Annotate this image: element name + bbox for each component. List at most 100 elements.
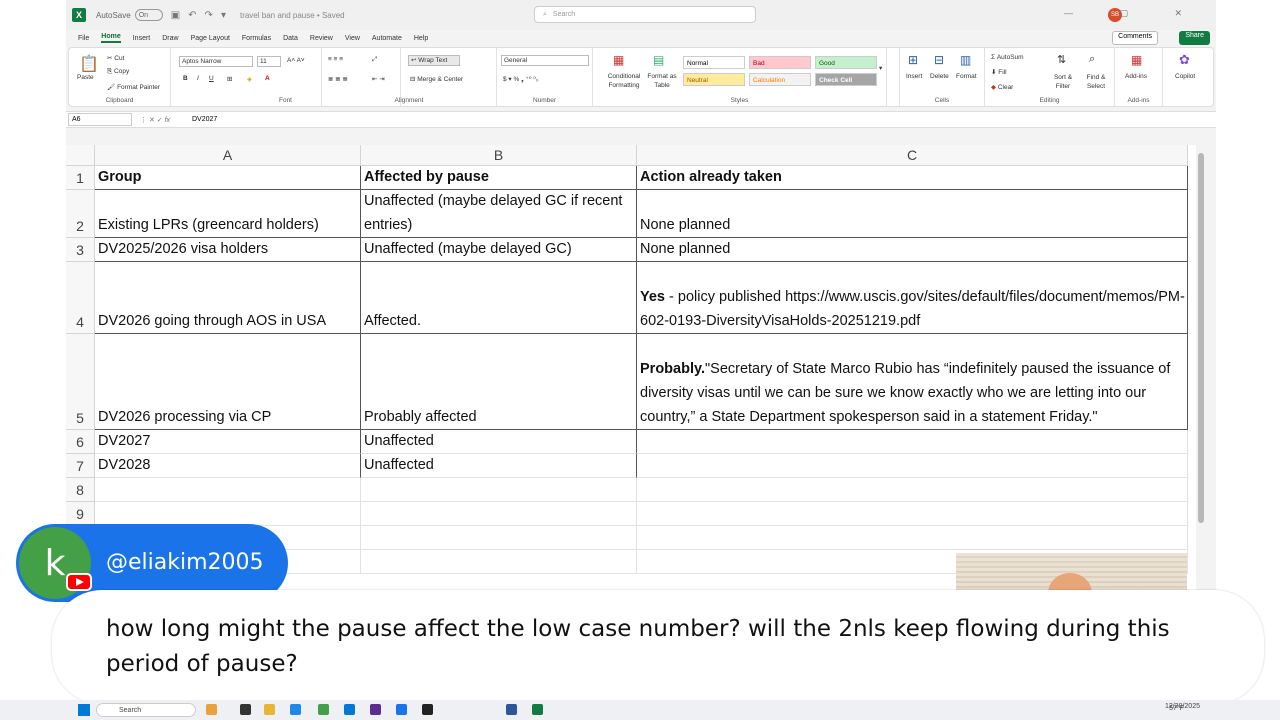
align-left-icon[interactable]: ≣ ≣ ≣	[328, 75, 348, 83]
share-button[interactable]: Share	[1179, 31, 1210, 45]
column-header-b[interactable]: B	[361, 145, 637, 166]
cell-c8[interactable]	[637, 478, 1188, 502]
font-name-select[interactable]: Aptos Narrow	[179, 56, 253, 67]
cell-a7[interactable]: DV2028	[95, 454, 361, 478]
sort-filter-button[interactable]: Sort & Filter	[1049, 73, 1077, 91]
delete-cells-icon[interactable]: ⊟	[934, 53, 944, 67]
row-header-4[interactable]: 4	[66, 262, 95, 334]
cell-c10[interactable]	[637, 526, 1188, 550]
column-header-a[interactable]: A	[95, 145, 361, 166]
row-header-1[interactable]: 1	[66, 166, 95, 190]
outlook-icon[interactable]	[344, 704, 355, 715]
clear-button[interactable]: ◆ Clear	[991, 83, 1013, 91]
style-check-cell[interactable]: Check Cell	[815, 73, 877, 86]
cut-button[interactable]: ✂ Cut	[107, 54, 124, 62]
comments-button[interactable]: Comments	[1112, 31, 1158, 45]
formula-input[interactable]: DV2027	[192, 116, 217, 123]
row-header-5[interactable]: 5	[66, 334, 95, 430]
cell-c9[interactable]	[637, 502, 1188, 526]
italic-icon[interactable]: I	[197, 75, 199, 82]
windows-start-icon[interactable]	[78, 704, 90, 716]
dell-icon[interactable]	[422, 704, 433, 715]
bold-icon[interactable]: B	[183, 75, 188, 82]
row-header-7[interactable]: 7	[66, 454, 95, 478]
customize-toolbar-icon[interactable]: ▾	[221, 10, 226, 21]
file-explorer-icon[interactable]	[264, 704, 275, 715]
format-painter-button[interactable]: 🖌 Format Painter	[107, 83, 160, 91]
search-input[interactable]: ⌕ Search	[534, 6, 756, 23]
copilot-button[interactable]: Copilot	[1175, 73, 1195, 80]
row-header-2[interactable]: 2	[66, 190, 95, 238]
app-icon[interactable]	[396, 704, 407, 715]
fx-icon[interactable]: ⋮ ✕ ✓ fx	[140, 116, 186, 124]
format-as-table-icon[interactable]: ▤	[653, 53, 664, 67]
cell-c4[interactable]: Yes - policy published https://www.uscis…	[637, 262, 1188, 334]
format-cells-icon[interactable]: ▥	[960, 53, 971, 67]
tab-page-layout[interactable]: Page Layout	[191, 35, 230, 42]
insert-cells-button[interactable]: Insert	[906, 73, 922, 80]
style-good[interactable]: Good	[815, 56, 877, 69]
currency-icon[interactable]: $ ▾ % ❟ ⁺⁰ ⁰₀	[503, 75, 539, 84]
tab-review[interactable]: Review	[310, 35, 333, 42]
fill-button[interactable]: ⬇ Fill	[991, 68, 1007, 76]
cell-a2[interactable]: Existing LPRs (greencard holders)	[95, 190, 361, 238]
tab-file[interactable]: File	[78, 35, 89, 42]
align-top-icon[interactable]: ≡ ≡ ≡	[328, 56, 343, 63]
save-icon[interactable]: ▣	[171, 10, 180, 21]
cell-b6[interactable]: Unaffected	[361, 430, 637, 454]
cell-b1[interactable]: Affected by pause	[361, 166, 637, 190]
cell-c6[interactable]	[637, 430, 1188, 454]
cell-c3[interactable]: None planned	[637, 238, 1188, 262]
name-box[interactable]: A6	[68, 113, 132, 126]
grow-font-icon[interactable]: A˄ A˅	[287, 57, 305, 64]
cell-b7[interactable]: Unaffected	[361, 454, 637, 478]
merge-center-button[interactable]: ⊟ Merge & Center	[410, 75, 463, 83]
cell-a3[interactable]: DV2025/2026 visa holders	[95, 238, 361, 262]
teams-icon[interactable]	[370, 704, 381, 715]
tab-view[interactable]: View	[345, 35, 360, 42]
row-header-8[interactable]: 8	[66, 478, 95, 502]
vertical-scrollbar-thumb[interactable]	[1198, 153, 1204, 523]
styles-more-icon[interactable]: ▾	[879, 64, 882, 72]
insert-cells-icon[interactable]: ⊞	[908, 53, 918, 67]
sort-filter-icon[interactable]: ⇅	[1057, 53, 1066, 66]
paste-icon[interactable]: 📋	[79, 54, 99, 74]
format-cells-button[interactable]: Format	[956, 73, 977, 80]
cell-a8[interactable]	[95, 478, 361, 502]
find-select-icon[interactable]: ⌕	[1089, 53, 1095, 66]
borders-icon[interactable]: ⊞	[227, 75, 232, 83]
wrap-text-button[interactable]: ↩ Wrap Text	[408, 55, 460, 66]
cell-a9[interactable]	[95, 502, 361, 526]
copy-button[interactable]: ⎘ Copy	[107, 68, 129, 76]
find-select-button[interactable]: Find & Select	[1081, 73, 1111, 91]
word-icon[interactable]	[506, 704, 517, 715]
edge-icon[interactable]	[290, 704, 301, 715]
cell-c7[interactable]	[637, 454, 1188, 478]
select-all-corner[interactable]	[66, 145, 95, 166]
font-size-select[interactable]: 11	[257, 56, 281, 67]
cell-b10[interactable]	[361, 526, 637, 550]
cell-b2[interactable]: Unaffected (maybe delayed GC if recent e…	[361, 190, 637, 238]
column-header-c[interactable]: C	[637, 145, 1188, 166]
window-controls[interactable]: — ▢ ✕	[1064, 8, 1204, 19]
excel-taskbar-icon[interactable]	[532, 704, 543, 715]
tab-draw[interactable]: Draw	[162, 35, 178, 42]
delete-cells-button[interactable]: Delete	[930, 73, 949, 80]
cell-c5[interactable]: Probably."Secretary of State Marco Rubio…	[637, 334, 1188, 430]
tab-data[interactable]: Data	[283, 35, 298, 42]
undo-icon[interactable]: ↶	[188, 10, 196, 21]
cell-a4[interactable]: DV2026 going through AOS in USA	[95, 262, 361, 334]
cell-b5[interactable]: Probably affected	[361, 334, 637, 430]
row-header-3[interactable]: 3	[66, 238, 95, 262]
cell-a1[interactable]: Group	[95, 166, 361, 190]
taskbar-date[interactable]: 12/20/2025	[1160, 703, 1200, 710]
indent-icon[interactable]: ⇤ ⇥	[372, 75, 385, 83]
copilot-icon[interactable]: ✿	[1179, 52, 1190, 68]
number-format-select[interactable]: General	[501, 55, 589, 66]
tab-automate[interactable]: Automate	[372, 35, 402, 42]
underline-icon[interactable]: U	[209, 75, 214, 82]
tab-home[interactable]: Home	[101, 33, 121, 43]
orientation-icon[interactable]: ⤢	[372, 56, 377, 64]
conditional-formatting-button[interactable]: Conditional Formatting	[599, 72, 649, 90]
redo-icon[interactable]: ↷	[205, 10, 213, 21]
